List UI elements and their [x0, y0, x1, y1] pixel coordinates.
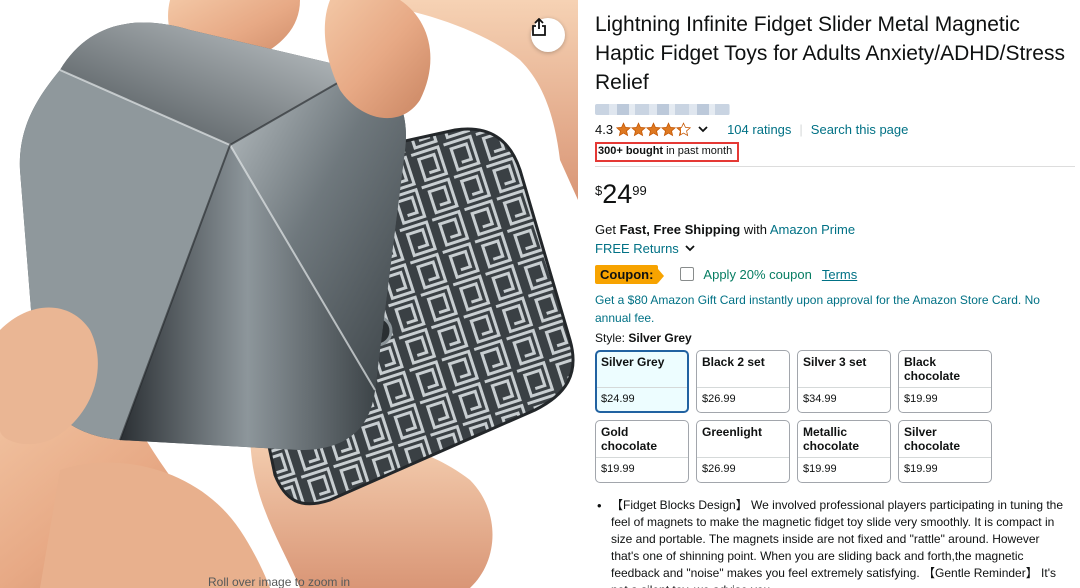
swatch-price: $19.99: [904, 393, 938, 405]
style-swatch[interactable]: Black chocolate $19.99: [898, 350, 992, 413]
style-swatch[interactable]: Greenlight $26.99: [696, 420, 790, 483]
swatch-name: Black chocolate: [904, 355, 961, 383]
style-swatch[interactable]: Metallic chocolate $19.99: [797, 420, 891, 483]
search-page-link[interactable]: Search this page: [811, 122, 909, 137]
bought-in-past-month: 300+ bought in past month: [595, 142, 740, 162]
swatch-price: $19.99: [601, 463, 635, 475]
swatch-name: Greenlight: [702, 425, 763, 439]
divider: [595, 166, 1075, 167]
style-label-prefix: Style:: [595, 331, 629, 345]
price: $ 24 99: [595, 179, 1075, 211]
swatch-name: Metallic chocolate: [803, 425, 860, 453]
swatch-divider: [697, 387, 789, 388]
product-image[interactable]: [0, 0, 578, 588]
swatch-divider: [798, 387, 890, 388]
swatch-name: Silver chocolate: [904, 425, 961, 453]
feature-bullet: 【Fidget Blocks Design】 We involved profe…: [595, 497, 1065, 588]
shipping-bold: Fast, Free Shipping: [619, 222, 741, 237]
product-image-pane[interactable]: Roll over image to zoom in: [0, 0, 578, 588]
swatch-price: $19.99: [904, 463, 938, 475]
coupon-checkbox[interactable]: [680, 267, 695, 281]
swatch-divider: [899, 457, 991, 458]
share-button[interactable]: [531, 18, 565, 52]
price-symbol: $: [595, 183, 603, 198]
free-returns-link[interactable]: FREE Returns: [595, 239, 679, 258]
swatch-divider: [798, 457, 890, 458]
star-rating[interactable]: [616, 121, 692, 137]
prime-link[interactable]: Amazon Prime: [770, 222, 855, 237]
coupon-badge: Coupon:: [595, 264, 665, 284]
shipping-middle: with: [740, 222, 770, 237]
style-selected: Silver Grey: [628, 331, 692, 345]
swatch-divider: [596, 457, 688, 458]
shipping-info: Get Fast, Free Shipping with Amazon Prim…: [595, 220, 1075, 239]
style-swatch[interactable]: Silver 3 set $34.99: [797, 350, 891, 413]
chevron-down-icon[interactable]: [679, 239, 696, 258]
swatch-divider: [597, 387, 687, 388]
star-icon: [616, 121, 632, 136]
image-zoom-caption: Roll over image to zoom in: [208, 575, 351, 588]
style-swatches: Silver Grey $24.99 Black 2 set $26.99 Silver…: [595, 350, 1075, 483]
bought-count: 300+ bought: [598, 145, 664, 157]
rating-row: 4.3 104 ratings | Search this page: [595, 120, 1075, 138]
style-swatch[interactable]: Black 2 set $26.99: [696, 350, 790, 413]
swatch-name: Silver 3 set: [803, 355, 867, 369]
style-swatch[interactable]: Silver chocolate $19.99: [898, 420, 992, 483]
rating-value: 4.3: [595, 121, 614, 137]
bought-period: in past month: [663, 145, 733, 157]
price-fraction: 99: [632, 183, 647, 198]
swatch-price: $34.99: [803, 393, 837, 405]
style-swatch[interactable]: Gold chocolate $19.99: [595, 420, 689, 483]
style-label: Style: Silver Grey: [595, 330, 1075, 346]
coupon-terms-link[interactable]: Terms: [822, 267, 857, 282]
ratings-count-link[interactable]: 104 ratings: [727, 122, 791, 137]
star-icon: [676, 121, 692, 136]
swatch-divider: [697, 457, 789, 458]
coupon-text[interactable]: Apply 20% coupon: [703, 267, 811, 282]
swatch-price: $26.99: [702, 463, 736, 475]
price-whole: 24: [602, 179, 633, 209]
swatch-name: Gold chocolate: [601, 425, 658, 453]
star-icon: [631, 121, 647, 136]
star-icon: [661, 121, 677, 136]
swatch-price: $19.99: [803, 463, 837, 475]
swatch-price: $26.99: [702, 393, 736, 405]
swatch-price: $24.99: [601, 393, 635, 405]
chevron-down-icon[interactable]: [691, 122, 727, 137]
star-icon: [646, 121, 662, 136]
free-returns[interactable]: FREE Returns: [595, 239, 1075, 258]
product-details: Lightning Infinite Fidget Slider Metal M…: [595, 10, 1075, 588]
swatch-name: Black 2 set: [702, 355, 765, 369]
separator: |: [799, 121, 803, 137]
style-swatch[interactable]: Silver Grey $24.99: [595, 350, 689, 413]
coupon-row: Coupon: Apply 20% coupon Terms: [595, 263, 1075, 285]
product-title: Lightning Infinite Fidget Slider Metal M…: [595, 13, 1065, 94]
swatch-divider: [899, 387, 991, 388]
store-link-blurred[interactable]: [595, 104, 730, 115]
gift-card-offer[interactable]: Get a $80 Amazon Gift Card instantly upo…: [595, 291, 1065, 327]
feature-bullets: 【Fidget Blocks Design】 We involved profe…: [595, 497, 1075, 588]
shipping-prefix: Get: [595, 222, 620, 237]
swatch-name: Silver Grey: [601, 355, 665, 369]
